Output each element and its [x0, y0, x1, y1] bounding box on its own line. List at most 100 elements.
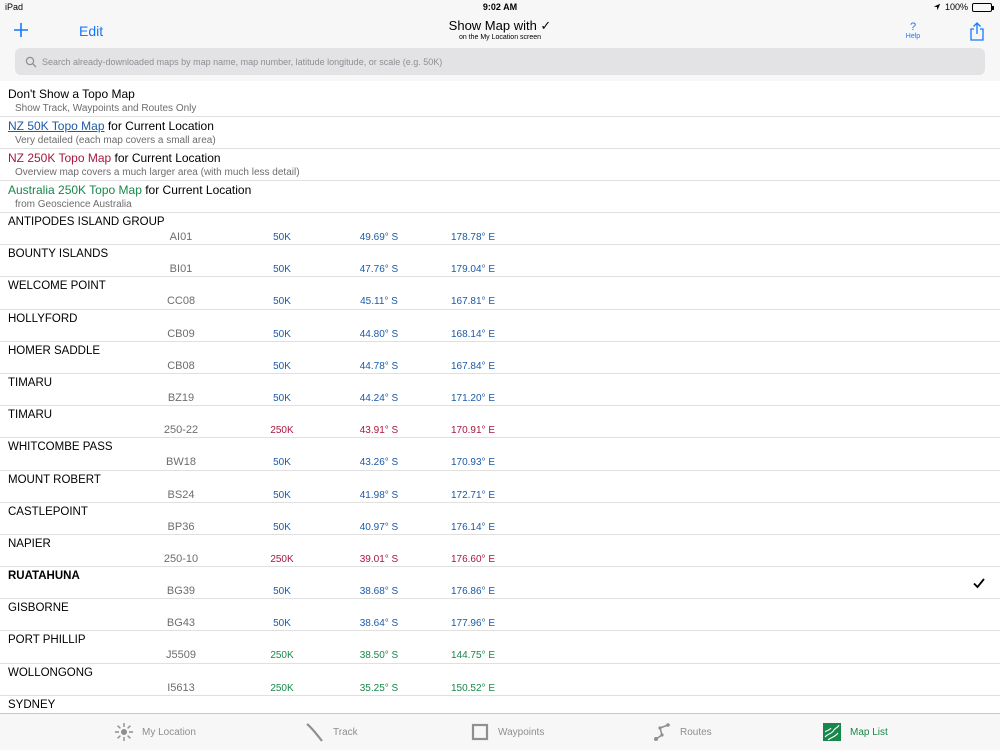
- map-name: MOUNT ROBERT: [8, 473, 101, 486]
- option-title: Don't Show a Topo Map: [8, 87, 135, 101]
- option-title-suffix: for Current Location: [141, 183, 252, 197]
- option-title: Australia 250K Topo Map: [8, 183, 142, 197]
- map-scale: 50K: [273, 489, 291, 501]
- option-title-wrap: NZ 250K Topo Map for Current Location: [8, 151, 221, 165]
- help-label: Help: [905, 33, 921, 40]
- map-longitude: 176.86° E: [450, 586, 496, 598]
- option-subtitle: Very detailed (each map covers a small a…: [15, 135, 216, 146]
- map-longitude: 172.71° E: [450, 489, 496, 501]
- map-scale: 250K: [270, 682, 294, 694]
- map-scale: 50K: [273, 457, 291, 469]
- map-longitude: 170.91° E: [450, 425, 496, 437]
- map-row[interactable]: MOUNT ROBERT BS24 50K 41.98° S 172.71° E: [0, 471, 1000, 503]
- status-right: 100%: [933, 2, 994, 12]
- search-bar[interactable]: [15, 48, 985, 75]
- map-code: BP36: [167, 520, 195, 533]
- option-nz50[interactable]: NZ 50K Topo Map for Current Location Ver…: [0, 117, 1000, 149]
- map-scale: 50K: [273, 296, 291, 308]
- map-latitude: 44.24° S: [359, 392, 399, 404]
- map-code: CB09: [167, 327, 195, 340]
- tab-my-location[interactable]: My Location: [114, 722, 196, 742]
- map-row[interactable]: NAPIER 250-10 250K 39.01° S 176.60° E: [0, 535, 1000, 568]
- map-row[interactable]: WELCOME POINT CC08 50K 45.11° S 167.81° E: [0, 277, 1000, 310]
- map-scale: 50K: [273, 521, 291, 533]
- map-row[interactable]: WHITCOMBE PASS BW18 50K 43.26° S 170.93° E: [0, 438, 1000, 471]
- page-title: Show Map with ✓: [448, 18, 552, 33]
- page-subtitle: on the My Location screen: [458, 34, 542, 41]
- battery-icon: [972, 2, 994, 12]
- share-button[interactable]: [968, 22, 988, 42]
- map-name: NAPIER: [8, 537, 51, 550]
- search-input[interactable]: [42, 56, 942, 67]
- battery-percent: 100%: [944, 2, 968, 12]
- option-nz250[interactable]: NZ 250K Topo Map for Current Location Ov…: [0, 149, 1000, 181]
- help-button[interactable]: ? Help: [898, 21, 928, 41]
- map-name: TIMARU: [8, 376, 53, 389]
- location-arrow-icon: [933, 3, 941, 11]
- map-latitude: 44.80° S: [359, 328, 399, 340]
- option-title: NZ 250K Topo Map: [8, 151, 112, 165]
- map-row[interactable]: WOLLONGONG I5613 250K 35.25° S 150.52° E: [0, 664, 1000, 696]
- map-longitude: 167.84° E: [450, 360, 496, 372]
- option-title-wrap: Australia 250K Topo Map for Current Loca…: [8, 183, 251, 197]
- map-code: BS24: [167, 488, 195, 501]
- map-longitude: 171.20° E: [450, 392, 496, 404]
- map-row[interactable]: HOLLYFORD CB09 50K 44.80° S 168.14° E: [0, 310, 1000, 342]
- option-subtitle: Overview map covers a much larger area (…: [15, 167, 300, 178]
- map-row[interactable]: CASTLEPOINT BP36 50K 40.97° S 176.14° E: [0, 503, 1000, 535]
- tab-label: Waypoints: [498, 726, 545, 738]
- tab-waypoints[interactable]: Waypoints: [470, 722, 544, 742]
- map-longitude: 177.96° E: [450, 618, 496, 630]
- map-name: TIMARU: [8, 409, 53, 422]
- map-code: CC08: [166, 295, 196, 308]
- map-scale: 50K: [273, 264, 291, 276]
- map-latitude: 43.91° S: [359, 425, 399, 437]
- map-longitude: 168.14° E: [450, 328, 496, 340]
- map-code: AI01: [169, 231, 193, 243]
- status-time: 9:02 AM: [482, 2, 518, 12]
- map-latitude: 41.98° S: [359, 489, 399, 501]
- map-code: 250-22: [163, 424, 199, 437]
- option-title-wrap: NZ 50K Topo Map for Current Location: [8, 119, 214, 133]
- option-subtitle: from Geoscience Australia: [15, 199, 132, 210]
- map-row[interactable]: PORT PHILLIP J5509 250K 38.50° S 144.75° E: [0, 631, 1000, 664]
- tab-track[interactable]: Track: [305, 722, 358, 742]
- map-code: J5509: [166, 649, 196, 662]
- map-code: BZ19: [167, 391, 195, 404]
- map-row[interactable]: BOUNTY ISLANDS BI01 50K 47.76° S 179.04° E: [0, 245, 1000, 278]
- map-name: HOLLYFORD: [8, 312, 78, 325]
- map-latitude: 38.64° S: [359, 618, 399, 630]
- map-name: WHITCOMBE PASS: [8, 441, 113, 454]
- map-row[interactable]: GISBORNE BG43 50K 38.64° S 177.96° E: [0, 599, 1000, 632]
- tab-routes[interactable]: Routes: [652, 722, 712, 742]
- map-row[interactable]: TIMARU BZ19 50K 44.24° S 171.20° E: [0, 374, 1000, 407]
- map-list[interactable]: Don't Show a Topo Map Show Track, Waypoi…: [0, 85, 1000, 713]
- map-scale: 250K: [270, 650, 294, 662]
- map-scale: 50K: [273, 328, 291, 340]
- map-name: CASTLEPOINT: [8, 505, 88, 518]
- option-au250[interactable]: Australia 250K Topo Map for Current Loca…: [0, 181, 1000, 213]
- checkmark-icon: [973, 578, 985, 589]
- map-row[interactable]: ANTIPODES ISLAND GROUP AI01 50K 49.69° S 178…: [0, 213, 1000, 246]
- map-longitude: 179.04° E: [450, 264, 496, 276]
- track-icon: [306, 723, 323, 742]
- map-row[interactable]: SYDNEY: [0, 696, 1000, 713]
- map-name: WELCOME POINT: [8, 280, 106, 293]
- map-longitude: 150.52° E: [450, 682, 496, 694]
- tab-label: My Location: [142, 726, 196, 738]
- route-icon: [654, 723, 670, 741]
- map-name: RUATAHUNA: [8, 570, 80, 583]
- waypoint-icon: [471, 723, 489, 741]
- map-scale: 50K: [273, 618, 291, 630]
- map-code: BW18: [166, 456, 196, 469]
- map-row[interactable]: TIMARU 250-22 250K 43.91° S 170.91° E: [0, 406, 1000, 439]
- map-latitude: 40.97° S: [359, 521, 399, 533]
- map-code: CB08: [167, 359, 195, 372]
- option-title[interactable]: NZ 50K Topo Map: [8, 119, 105, 133]
- map-longitude: 176.14° E: [450, 521, 496, 533]
- map-name: HOMER SADDLE: [8, 344, 101, 357]
- map-row[interactable]: HOMER SADDLE CB08 50K 44.78° S 167.84° E: [0, 342, 1000, 374]
- tab-map-list[interactable]: Map List: [822, 722, 888, 742]
- map-row[interactable]: RUATAHUNA BG39 50K 38.68° S 176.86° E: [0, 567, 1000, 600]
- option-no-topo[interactable]: Don't Show a Topo Map Show Track, Waypoi…: [0, 85, 1000, 117]
